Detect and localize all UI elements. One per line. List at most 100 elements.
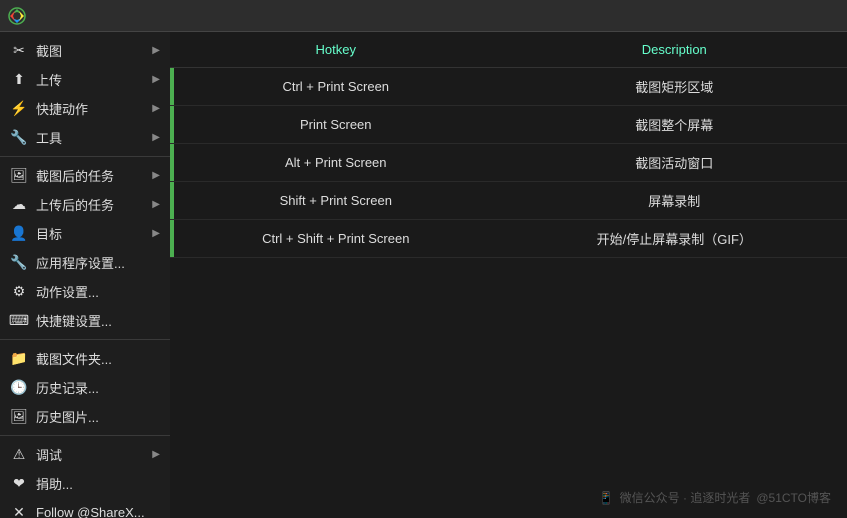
hotkey-cell: Alt + Print Screen	[170, 144, 502, 182]
upload-label: 上传	[36, 70, 152, 89]
watermark-icon: 📱	[599, 491, 614, 505]
watermark: 📱 微信公众号 · 追逐时光者 @51CTO博客	[599, 489, 831, 506]
destination-icon: 👤	[10, 225, 28, 243]
debug-icon: ⚠	[10, 446, 28, 464]
debug-arrow-icon: ▶	[152, 449, 160, 460]
screenshot-folder-icon: 📁	[10, 350, 28, 368]
minimize-button[interactable]	[739, 2, 771, 30]
donate-icon: ❤	[10, 475, 28, 493]
sidebar-item-after-upload[interactable]: ☁ 上传后的任务▶	[0, 190, 170, 219]
sidebar-item-action-settings[interactable]: ⚙ 动作设置...	[0, 277, 170, 306]
capture-icon: ✂	[10, 42, 28, 60]
menu-separator	[0, 339, 170, 340]
after-capture-label: 截图后的任务	[36, 166, 152, 185]
screenshot-folder-label: 截图文件夹...	[36, 349, 160, 368]
upload-icon: ⬆	[10, 71, 28, 89]
sidebar-item-hotkey-settings[interactable]: ⌨ 快捷键设置...	[0, 306, 170, 335]
hotkey-settings-label: 快捷键设置...	[36, 311, 160, 330]
sidebar: ✂截图▶⬆上传▶⚡快捷动作▶🔧工具▶🖼截图后的任务▶☁上传后的任务▶👤目标▶🔧应…	[0, 32, 170, 518]
after-upload-icon: ☁	[10, 196, 28, 214]
hotkey-key-text: Print Screen	[300, 117, 372, 132]
hotkey-column-header: Hotkey	[170, 32, 502, 68]
app-settings-icon: 🔧	[10, 254, 28, 272]
sidebar-item-follow[interactable]: ✕ Follow @ShareX...	[0, 498, 170, 518]
sidebar-item-app-settings[interactable]: 🔧 应用程序设置...	[0, 248, 170, 277]
after-capture-icon: 🖼	[10, 167, 28, 185]
capture-arrow-icon: ▶	[152, 45, 160, 56]
table-row[interactable]: Shift + Print Screen屏幕录制	[170, 182, 847, 220]
tools-label: 工具	[36, 128, 152, 147]
after-upload-arrow-icon: ▶	[152, 199, 160, 210]
maximize-button[interactable]	[773, 2, 805, 30]
menu-separator	[0, 156, 170, 157]
hotkey-table: Hotkey Description Ctrl + Print Screen 截图…	[170, 32, 847, 258]
sidebar-item-upload[interactable]: ⬆ 上传▶	[0, 65, 170, 94]
donate-label: 捐助...	[36, 474, 160, 493]
sidebar-item-quickactions[interactable]: ⚡ 快捷动作▶	[0, 94, 170, 123]
description-cell: 截图活动窗口	[502, 144, 847, 182]
hotkey-key-text: Ctrl + Shift + Print Screen	[262, 231, 409, 246]
main-area: ✂截图▶⬆上传▶⚡快捷动作▶🔧工具▶🖼截图后的任务▶☁上传后的任务▶👤目标▶🔧应…	[0, 32, 847, 518]
after-upload-label: 上传后的任务	[36, 195, 152, 214]
table-row[interactable]: Ctrl + Shift + Print Screen 开始/停止屏幕录制（GIF…	[170, 220, 847, 258]
titlebar-left	[8, 7, 34, 25]
close-button[interactable]	[807, 2, 839, 30]
sidebar-item-debug[interactable]: ⚠ 调试▶	[0, 440, 170, 469]
description-column-header: Description	[502, 32, 847, 68]
titlebar	[0, 0, 847, 32]
capture-label: 截图	[36, 41, 152, 60]
description-cell: 屏幕录制	[502, 182, 847, 220]
destination-label: 目标	[36, 224, 152, 243]
debug-label: 调试	[36, 445, 152, 464]
destination-arrow-icon: ▶	[152, 228, 160, 239]
green-bar-indicator	[170, 68, 174, 105]
image-history-label: 历史图片...	[36, 407, 160, 426]
hotkey-cell: Shift + Print Screen	[170, 182, 502, 220]
hotkey-key-text: Ctrl + Print Screen	[282, 79, 389, 94]
sidebar-item-destination[interactable]: 👤 目标▶	[0, 219, 170, 248]
sidebar-item-screenshot-folder[interactable]: 📁 截图文件夹...	[0, 344, 170, 373]
table-row[interactable]: Print Screen 截图整个屏幕	[170, 106, 847, 144]
tools-icon: 🔧	[10, 129, 28, 147]
app-settings-label: 应用程序设置...	[36, 253, 160, 272]
action-settings-icon: ⚙	[10, 283, 28, 301]
history-icon: 🕒	[10, 379, 28, 397]
tools-arrow-icon: ▶	[152, 132, 160, 143]
watermark-sub: @51CTO博客	[756, 489, 831, 506]
green-bar-indicator	[170, 182, 174, 219]
hotkey-cell: Ctrl + Print Screen	[170, 68, 502, 106]
green-bar-indicator	[170, 144, 174, 181]
watermark-text: 微信公众号 · 追逐时光者	[620, 489, 751, 506]
app-logo-icon	[8, 7, 26, 25]
quickactions-arrow-icon: ▶	[152, 103, 160, 114]
sidebar-item-tools[interactable]: 🔧 工具▶	[0, 123, 170, 152]
after-capture-arrow-icon: ▶	[152, 170, 160, 181]
menu-separator	[0, 435, 170, 436]
hotkey-cell: Ctrl + Shift + Print Screen	[170, 220, 502, 258]
sidebar-item-after-capture[interactable]: 🖼 截图后的任务▶	[0, 161, 170, 190]
content-area: Hotkey Description Ctrl + Print Screen 截图…	[170, 32, 847, 518]
sidebar-item-history[interactable]: 🕒 历史记录...	[0, 373, 170, 402]
green-bar-indicator	[170, 106, 174, 143]
history-label: 历史记录...	[36, 378, 160, 397]
table-header-row: Hotkey Description	[170, 32, 847, 68]
window-controls	[739, 2, 839, 30]
sidebar-item-image-history[interactable]: 🖼 历史图片...	[0, 402, 170, 431]
quickactions-label: 快捷动作	[36, 99, 152, 118]
description-cell: 截图整个屏幕	[502, 106, 847, 144]
sidebar-item-capture[interactable]: ✂ 截图▶	[0, 36, 170, 65]
image-history-icon: 🖼	[10, 408, 28, 426]
quickactions-icon: ⚡	[10, 100, 28, 118]
table-row[interactable]: Alt + Print Screen截图活动窗口	[170, 144, 847, 182]
sidebar-item-donate[interactable]: ❤ 捐助...	[0, 469, 170, 498]
follow-icon: ✕	[10, 503, 28, 518]
description-cell: 截图矩形区域	[502, 68, 847, 106]
table-row[interactable]: Ctrl + Print Screen 截图矩形区域	[170, 68, 847, 106]
follow-label: Follow @ShareX...	[36, 505, 160, 518]
action-settings-label: 动作设置...	[36, 282, 160, 301]
description-cell: 开始/停止屏幕录制（GIF）	[502, 220, 847, 258]
green-bar-indicator	[170, 220, 174, 257]
upload-arrow-icon: ▶	[152, 74, 160, 85]
hotkey-cell: Print Screen	[170, 106, 502, 144]
hotkey-settings-icon: ⌨	[10, 312, 28, 330]
